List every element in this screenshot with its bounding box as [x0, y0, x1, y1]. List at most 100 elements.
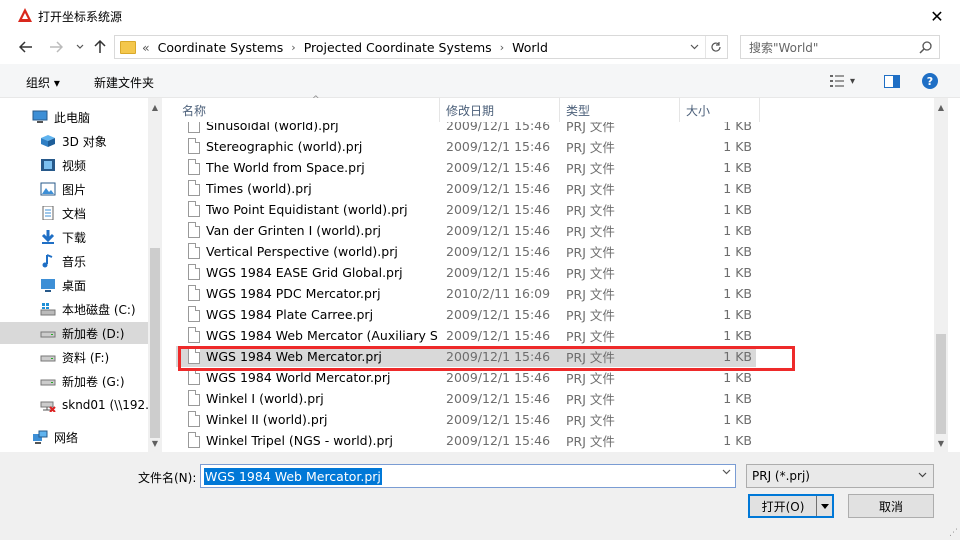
file-row[interactable]: Winkel I (world).prj 2009/12/1 15:46 PRJ 文…: [176, 388, 756, 409]
breadcrumb-overflow[interactable]: «: [142, 40, 150, 55]
prj-file-icon: [188, 159, 200, 175]
nav-item-music[interactable]: 音乐: [0, 250, 148, 272]
sort-ascending-icon: ^: [312, 95, 320, 105]
organize-button[interactable]: 组织 ▾: [26, 74, 60, 91]
prj-file-icon: [188, 285, 200, 301]
nav-item-drive-g[interactable]: 新加卷 (G:): [0, 370, 148, 392]
app-logo-icon: [18, 8, 32, 22]
document-icon: [42, 206, 54, 220]
forward-button[interactable]: [46, 37, 66, 57]
recent-locations-button[interactable]: [70, 37, 90, 57]
search-placeholder: 搜索"World": [749, 40, 819, 55]
filetype-select[interactable]: PRJ (*.prj): [746, 464, 934, 488]
arrow-up-icon: [94, 40, 106, 53]
scroll-down-icon[interactable]: ▼: [148, 436, 162, 450]
column-header-size[interactable]: 大小: [680, 98, 760, 122]
file-row[interactable]: WGS 1984 EASE Grid Global.prj 2009/12/1 1…: [176, 262, 756, 283]
nav-item-documents[interactable]: 文档: [0, 202, 148, 224]
file-row[interactable]: Two Point Equidistant (world).prj 2009/12…: [176, 199, 756, 220]
column-header-name[interactable]: ^ 名称: [176, 95, 440, 122]
file-row[interactable]: Sinusoidal (world).prj 2009/12/1 15:46 PRJ…: [176, 122, 756, 136]
arrow-left-icon: [19, 41, 32, 53]
nav-item-videos[interactable]: 视频: [0, 154, 148, 176]
file-name: The World from Space.prj: [206, 160, 365, 175]
file-date: 2009/12/1 15:46: [446, 307, 551, 322]
resize-grip-icon[interactable]: ⋰: [949, 528, 958, 538]
nav-item-label: sknd01 (\\192.1: [62, 398, 148, 412]
file-row[interactable]: WGS 1984 PDC Mercator.prj 2010/2/11 16:09…: [176, 283, 756, 304]
help-icon[interactable]: ?: [922, 73, 938, 89]
file-row[interactable]: Stereographic (world).prj 2009/12/1 15:46…: [176, 136, 756, 157]
file-date: 2009/12/1 15:46: [446, 433, 551, 448]
chevron-down-icon[interactable]: [722, 467, 731, 478]
scroll-up-icon[interactable]: ▲: [148, 100, 162, 114]
nav-scrollbar[interactable]: ▲ ▼: [148, 98, 162, 452]
breadcrumb-chevron-icon[interactable]: ›: [500, 41, 504, 54]
prj-file-icon: [188, 201, 200, 217]
nav-item-network-drive[interactable]: sknd01 (\\192.1: [0, 394, 148, 416]
prj-file-icon: [188, 222, 200, 238]
file-row[interactable]: Van der Grinten I (world).prj 2009/12/1 1…: [176, 220, 756, 241]
column-header-date[interactable]: 修改日期: [440, 98, 560, 122]
prj-file-icon: [188, 390, 200, 406]
file-date: 2009/12/1 15:46: [446, 349, 551, 364]
nav-item-drive-d[interactable]: 新加卷 (D:): [0, 322, 148, 344]
file-list-scrollbar-thumb[interactable]: [936, 334, 946, 434]
scroll-down-icon[interactable]: ▼: [934, 436, 948, 450]
file-size: 1 KB: [723, 202, 752, 217]
title-bar: 打开坐标系统源 ✕: [0, 0, 960, 32]
file-row[interactable]: Vertical Perspective (world).prj 2009/12/…: [176, 241, 756, 262]
nav-item-3d-objects[interactable]: 3D 对象: [0, 130, 148, 152]
refresh-button[interactable]: [705, 36, 725, 58]
address-dropdown-button[interactable]: [685, 36, 703, 58]
file-row[interactable]: The World from Space.prj 2009/12/1 15:46 P…: [176, 157, 756, 178]
nav-item-network[interactable]: 网络: [0, 426, 148, 448]
file-name: WGS 1984 Web Mercator.prj: [206, 349, 382, 364]
file-row[interactable]: WGS 1984 Plate Carree.prj 2009/12/1 15:46…: [176, 304, 756, 325]
new-folder-button[interactable]: 新建文件夹: [94, 74, 154, 91]
prj-file-icon: [188, 306, 200, 322]
up-button[interactable]: [90, 37, 110, 57]
file-row[interactable]: Times (world).prj 2009/12/1 15:46 PRJ 文件 1 …: [176, 178, 756, 199]
nav-item-pictures[interactable]: 图片: [0, 178, 148, 200]
preview-pane-button[interactable]: [884, 72, 900, 90]
breadcrumb-item[interactable]: Coordinate Systems: [158, 40, 284, 55]
file-date: 2009/12/1 15:46: [446, 391, 551, 406]
search-input[interactable]: 搜索"World": [740, 35, 940, 59]
nav-item-downloads[interactable]: 下载: [0, 226, 148, 248]
open-options-dropdown[interactable]: [816, 496, 832, 516]
file-type: PRJ 文件: [566, 329, 615, 344]
nav-item-this-pc[interactable]: 此电脑: [0, 106, 148, 128]
filename-input[interactable]: WGS 1984 Web Mercator.prj: [200, 464, 736, 488]
view-options-button[interactable]: ▾: [830, 72, 855, 90]
file-row[interactable]: WGS 1984 World Mercator.prj 2009/12/1 15:…: [176, 367, 756, 388]
file-type: PRJ 文件: [566, 392, 615, 407]
file-size: 1 KB: [723, 349, 752, 364]
file-list-scrollbar[interactable]: ▲ ▼: [934, 98, 948, 452]
nav-item-label: 下载: [62, 230, 87, 245]
file-row[interactable]: Winkel Tripel (NGS - world).prj 2009/12/1…: [176, 430, 756, 451]
file-row[interactable]: Winkel II (world).prj 2009/12/1 15:46 PRJ …: [176, 409, 756, 430]
breadcrumb-chevron-icon[interactable]: ›: [291, 41, 295, 54]
column-header-type[interactable]: 类型: [560, 98, 680, 122]
breadcrumb-item[interactable]: World: [512, 40, 548, 55]
breadcrumb: « Coordinate Systems › Projected Coordin…: [142, 40, 548, 55]
address-box[interactable]: « Coordinate Systems › Projected Coordin…: [114, 35, 728, 59]
nav-scrollbar-thumb[interactable]: [150, 248, 160, 438]
nav-item-label: 新加卷 (D:): [62, 326, 125, 341]
nav-item-label: 桌面: [62, 278, 87, 293]
file-row[interactable]: WGS 1984 Web Mercator.prj 2009/12/1 15:46…: [176, 346, 756, 367]
close-button[interactable]: ✕: [914, 0, 960, 32]
open-button[interactable]: 打开(O): [748, 494, 834, 518]
cancel-button[interactable]: 取消: [848, 494, 934, 518]
nav-item-desktop[interactable]: 桌面: [0, 274, 148, 296]
file-type: PRJ 文件: [566, 182, 615, 197]
file-row[interactable]: WGS 1984 Web Mercator (Auxiliary S... 200…: [176, 325, 756, 346]
nav-item-drive-f[interactable]: 资料 (F:): [0, 346, 148, 368]
chevron-down-icon: [918, 470, 927, 481]
navigation-pane: 此电脑 3D 对象 视频 图片 文档 下载 音乐 桌面 本地磁盘 (C:) 新加…: [0, 98, 162, 452]
nav-item-local-disk-c[interactable]: 本地磁盘 (C:): [0, 298, 148, 320]
scroll-up-icon[interactable]: ▲: [934, 100, 948, 114]
breadcrumb-item[interactable]: Projected Coordinate Systems: [304, 40, 492, 55]
back-button[interactable]: [16, 37, 36, 57]
